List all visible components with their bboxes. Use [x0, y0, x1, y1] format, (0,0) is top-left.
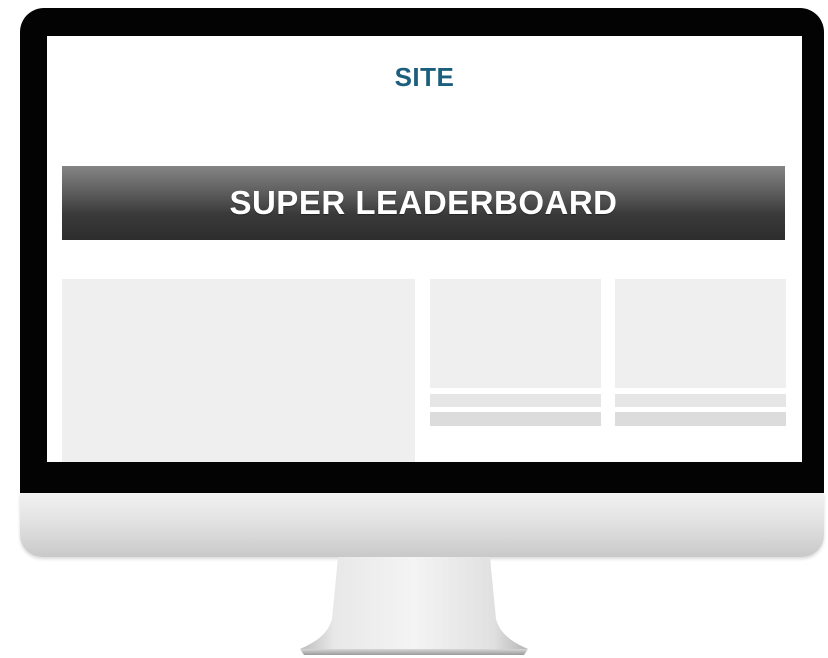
super-leaderboard-ad: SUPER LEADERBOARD	[62, 166, 785, 240]
leaderboard-label: SUPER LEADERBOARD	[229, 184, 618, 221]
card-text-placeholder	[615, 412, 786, 426]
card-image-placeholder	[430, 279, 601, 388]
site-title: SITE	[394, 62, 455, 92]
monitor-screen: SITE SUPER LEADERBOARD	[47, 36, 802, 462]
card-text-placeholder	[430, 394, 601, 407]
main-content-placeholder	[62, 279, 415, 462]
card-text-placeholder	[615, 394, 786, 407]
card-text-placeholder	[430, 412, 601, 426]
card-image-placeholder	[615, 279, 786, 388]
monitor-stand	[300, 557, 528, 655]
monitor-chin	[20, 493, 824, 557]
monitor-illustration: SITE SUPER LEADERBOARD	[0, 0, 828, 658]
